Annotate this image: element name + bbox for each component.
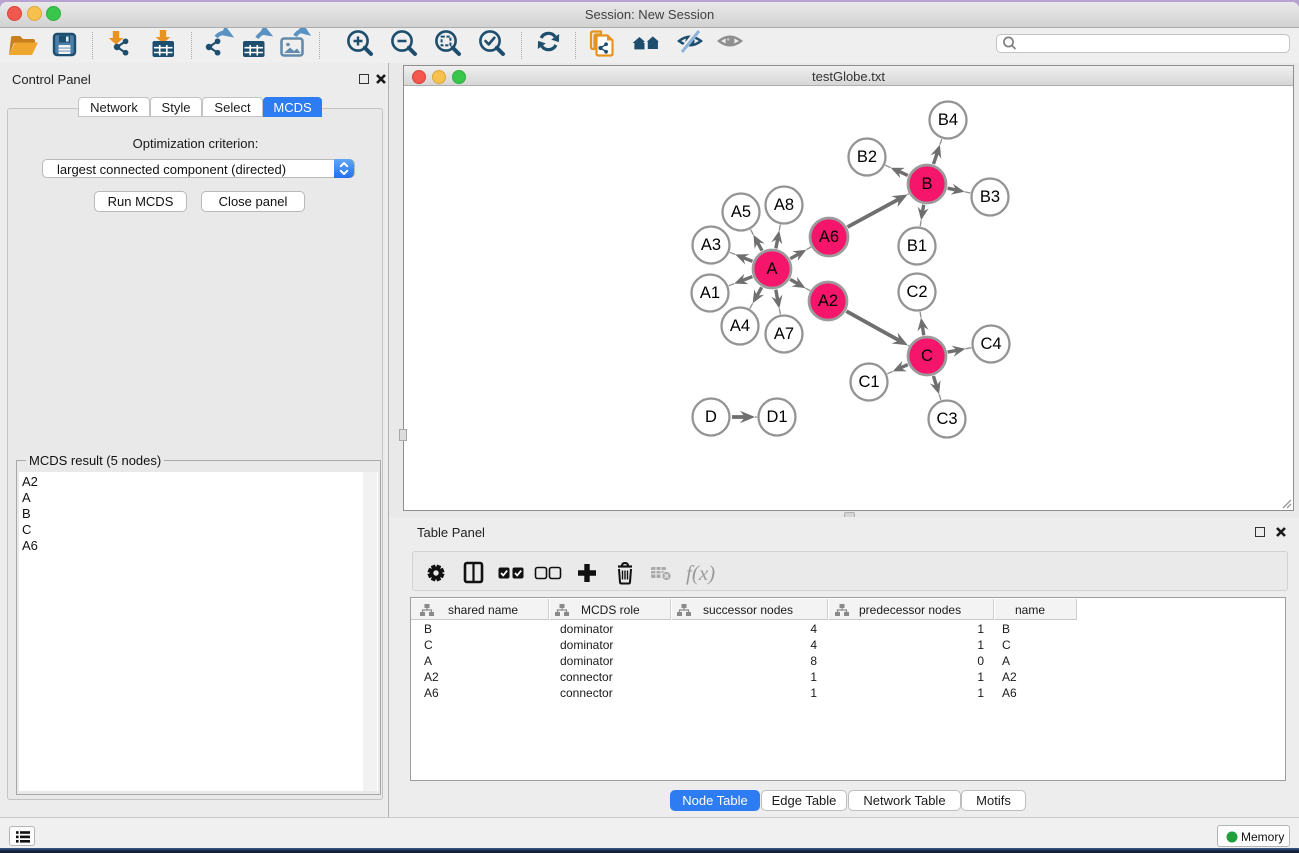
svg-text:C3: C3 xyxy=(936,410,957,428)
svg-text:f(x): f(x) xyxy=(686,561,715,585)
svg-text:A6: A6 xyxy=(819,228,839,246)
svg-text:A7: A7 xyxy=(774,325,794,343)
svg-text:Memory: Memory xyxy=(1241,830,1284,844)
svg-text:C4: C4 xyxy=(980,335,1001,353)
svg-text:C: C xyxy=(921,347,933,365)
svg-text:D: D xyxy=(705,408,717,426)
svg-text:A: A xyxy=(766,260,777,278)
svg-text:A1: A1 xyxy=(700,284,720,302)
svg-text:B4: B4 xyxy=(938,111,958,129)
svg-text:A3: A3 xyxy=(701,236,721,254)
svg-text:A4: A4 xyxy=(730,317,750,335)
svg-text:B3: B3 xyxy=(980,188,1000,206)
svg-text:C2: C2 xyxy=(906,283,927,301)
svg-text:C1: C1 xyxy=(858,373,879,391)
svg-text:B1: B1 xyxy=(907,237,927,255)
svg-text:A5: A5 xyxy=(731,203,751,221)
svg-text:B2: B2 xyxy=(857,148,877,166)
svg-text:D1: D1 xyxy=(766,408,787,426)
svg-text:A2: A2 xyxy=(818,292,838,310)
svg-text:B: B xyxy=(921,175,932,193)
svg-text:A8: A8 xyxy=(774,196,794,214)
